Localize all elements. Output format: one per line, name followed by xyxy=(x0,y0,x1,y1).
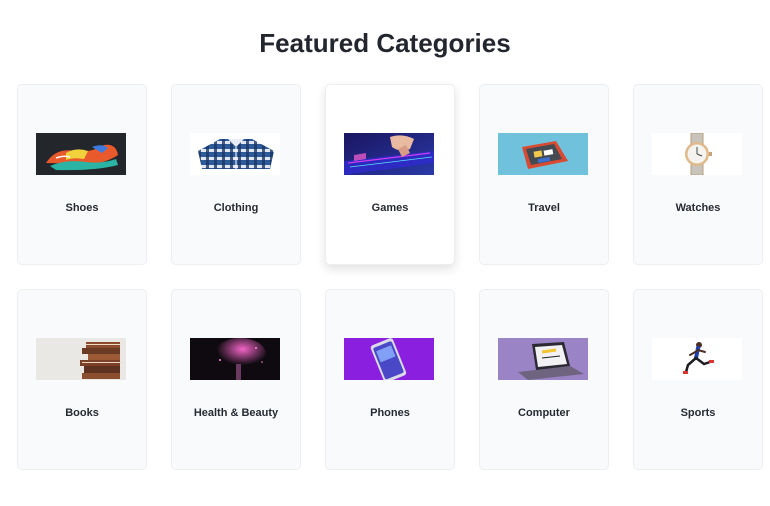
suitcase-image xyxy=(498,133,588,175)
category-label: Watches xyxy=(675,202,721,214)
category-card-health-beauty[interactable]: Health & Beauty xyxy=(171,289,301,470)
shirt-image xyxy=(190,133,280,175)
shoes-image xyxy=(36,133,126,175)
category-label: Sports xyxy=(680,407,716,419)
books-stack-image xyxy=(36,338,126,380)
smartphone-image xyxy=(344,338,434,380)
category-card-computer[interactable]: Computer xyxy=(479,289,609,470)
category-card-phones[interactable]: Phones xyxy=(325,289,455,470)
watch-image xyxy=(652,133,742,175)
category-card-watches[interactable]: Watches xyxy=(633,84,763,265)
category-label: Books xyxy=(65,407,99,419)
laptop-image xyxy=(498,338,588,380)
category-grid: Shoes Clothing Games Travel Watches Book… xyxy=(17,84,763,470)
category-label: Health & Beauty xyxy=(193,407,279,419)
category-card-travel[interactable]: Travel xyxy=(479,84,609,265)
page-title: Featured Categories xyxy=(259,28,511,58)
category-label: Clothing xyxy=(213,202,259,214)
category-card-shoes[interactable]: Shoes xyxy=(17,84,147,265)
cosmetic-brush-image xyxy=(190,338,280,380)
category-label: Shoes xyxy=(65,202,99,214)
category-card-clothing[interactable]: Clothing xyxy=(171,84,301,265)
category-card-books[interactable]: Books xyxy=(17,289,147,470)
gaming-keyboard-image xyxy=(344,133,434,175)
category-card-sports[interactable]: Sports xyxy=(633,289,763,470)
category-label: Phones xyxy=(370,407,410,419)
category-card-games[interactable]: Games xyxy=(325,84,455,265)
category-label: Travel xyxy=(528,202,560,214)
category-label: Games xyxy=(371,202,409,214)
runner-image xyxy=(652,338,742,380)
category-label: Computer xyxy=(518,407,570,419)
